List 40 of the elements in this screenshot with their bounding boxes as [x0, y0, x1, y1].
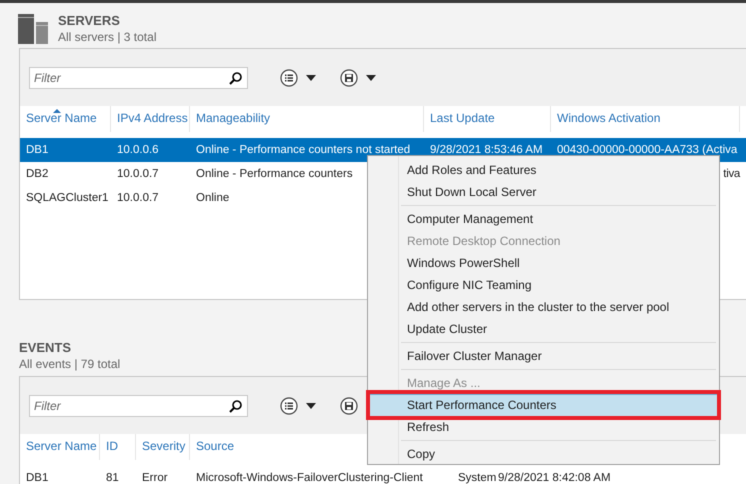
section-title: EVENTS — [19, 340, 72, 356]
table-cell: DB1 — [26, 472, 48, 484]
table-row[interactable]: DB1 81 Error Microsoft-Windows-FailoverClustering-Client System 9/28/2021 8:42:08 AM — [20, 469, 746, 484]
menu-item[interactable]: Computer Management — [370, 208, 717, 230]
column-header[interactable]: Severity — [136, 434, 190, 460]
table-cell: Online — [196, 192, 230, 204]
filter-field[interactable]: Filter — [29, 66, 248, 88]
table-cell: 10.0.0.6 — [117, 144, 159, 156]
column-header[interactable]: Server Name — [20, 106, 111, 132]
section-subtitle: All servers | 3 total — [58, 29, 156, 45]
table-cell: Error — [142, 472, 168, 484]
table-cell: 00430-00000-00000-AA733 (Activa — [557, 144, 738, 156]
menu-item[interactable]: Update Cluster — [370, 318, 717, 340]
column-header[interactable]: Last Update — [424, 106, 551, 132]
table-cell: SQLAGCluster1 — [26, 192, 108, 204]
table-cell: DB1 — [26, 144, 48, 156]
section-title: SERVERS — [58, 13, 121, 29]
menu-item[interactable]: Configure NIC Teaming — [370, 274, 717, 296]
column-header[interactable]: Server Name — [20, 434, 100, 460]
table-cell: DB2 — [26, 168, 48, 180]
column-header[interactable]: ID — [100, 434, 136, 460]
menu-item[interactable]: Windows PowerShell — [370, 252, 717, 274]
table-cell: Online - Performance counters not started — [196, 144, 410, 156]
menu-item[interactable]: Shut Down Local Server — [370, 181, 717, 203]
filter-field[interactable]: Filter — [29, 394, 248, 416]
menu-item[interactable]: Add Roles and Features — [370, 159, 717, 181]
table-cell: Online - Performance counters — [196, 168, 353, 180]
menu-item[interactable]: Failover Cluster Manager — [370, 345, 717, 367]
table-cell: 10.0.0.7 — [117, 168, 159, 180]
table-cell: System — [458, 472, 496, 484]
section-subtitle: All events | 79 total — [19, 356, 120, 372]
table-cell: 9/28/2021 8:53:46 AM — [430, 144, 543, 156]
menu-item[interactable]: Add other servers in the cluster to the server pool — [370, 296, 717, 318]
table-cell: 81 — [106, 472, 119, 484]
column-header[interactable]: IPv4 Address — [111, 106, 190, 132]
column-header[interactable]: Windows Activation — [551, 106, 740, 132]
column-header[interactable]: Manageability — [190, 106, 424, 132]
table-cell: Microsoft-Windows-FailoverClustering-Client — [196, 472, 423, 484]
table-cell: 9/28/2021 8:42:08 AM — [498, 472, 611, 484]
table-cell: 10.0.0.7 — [117, 192, 159, 204]
